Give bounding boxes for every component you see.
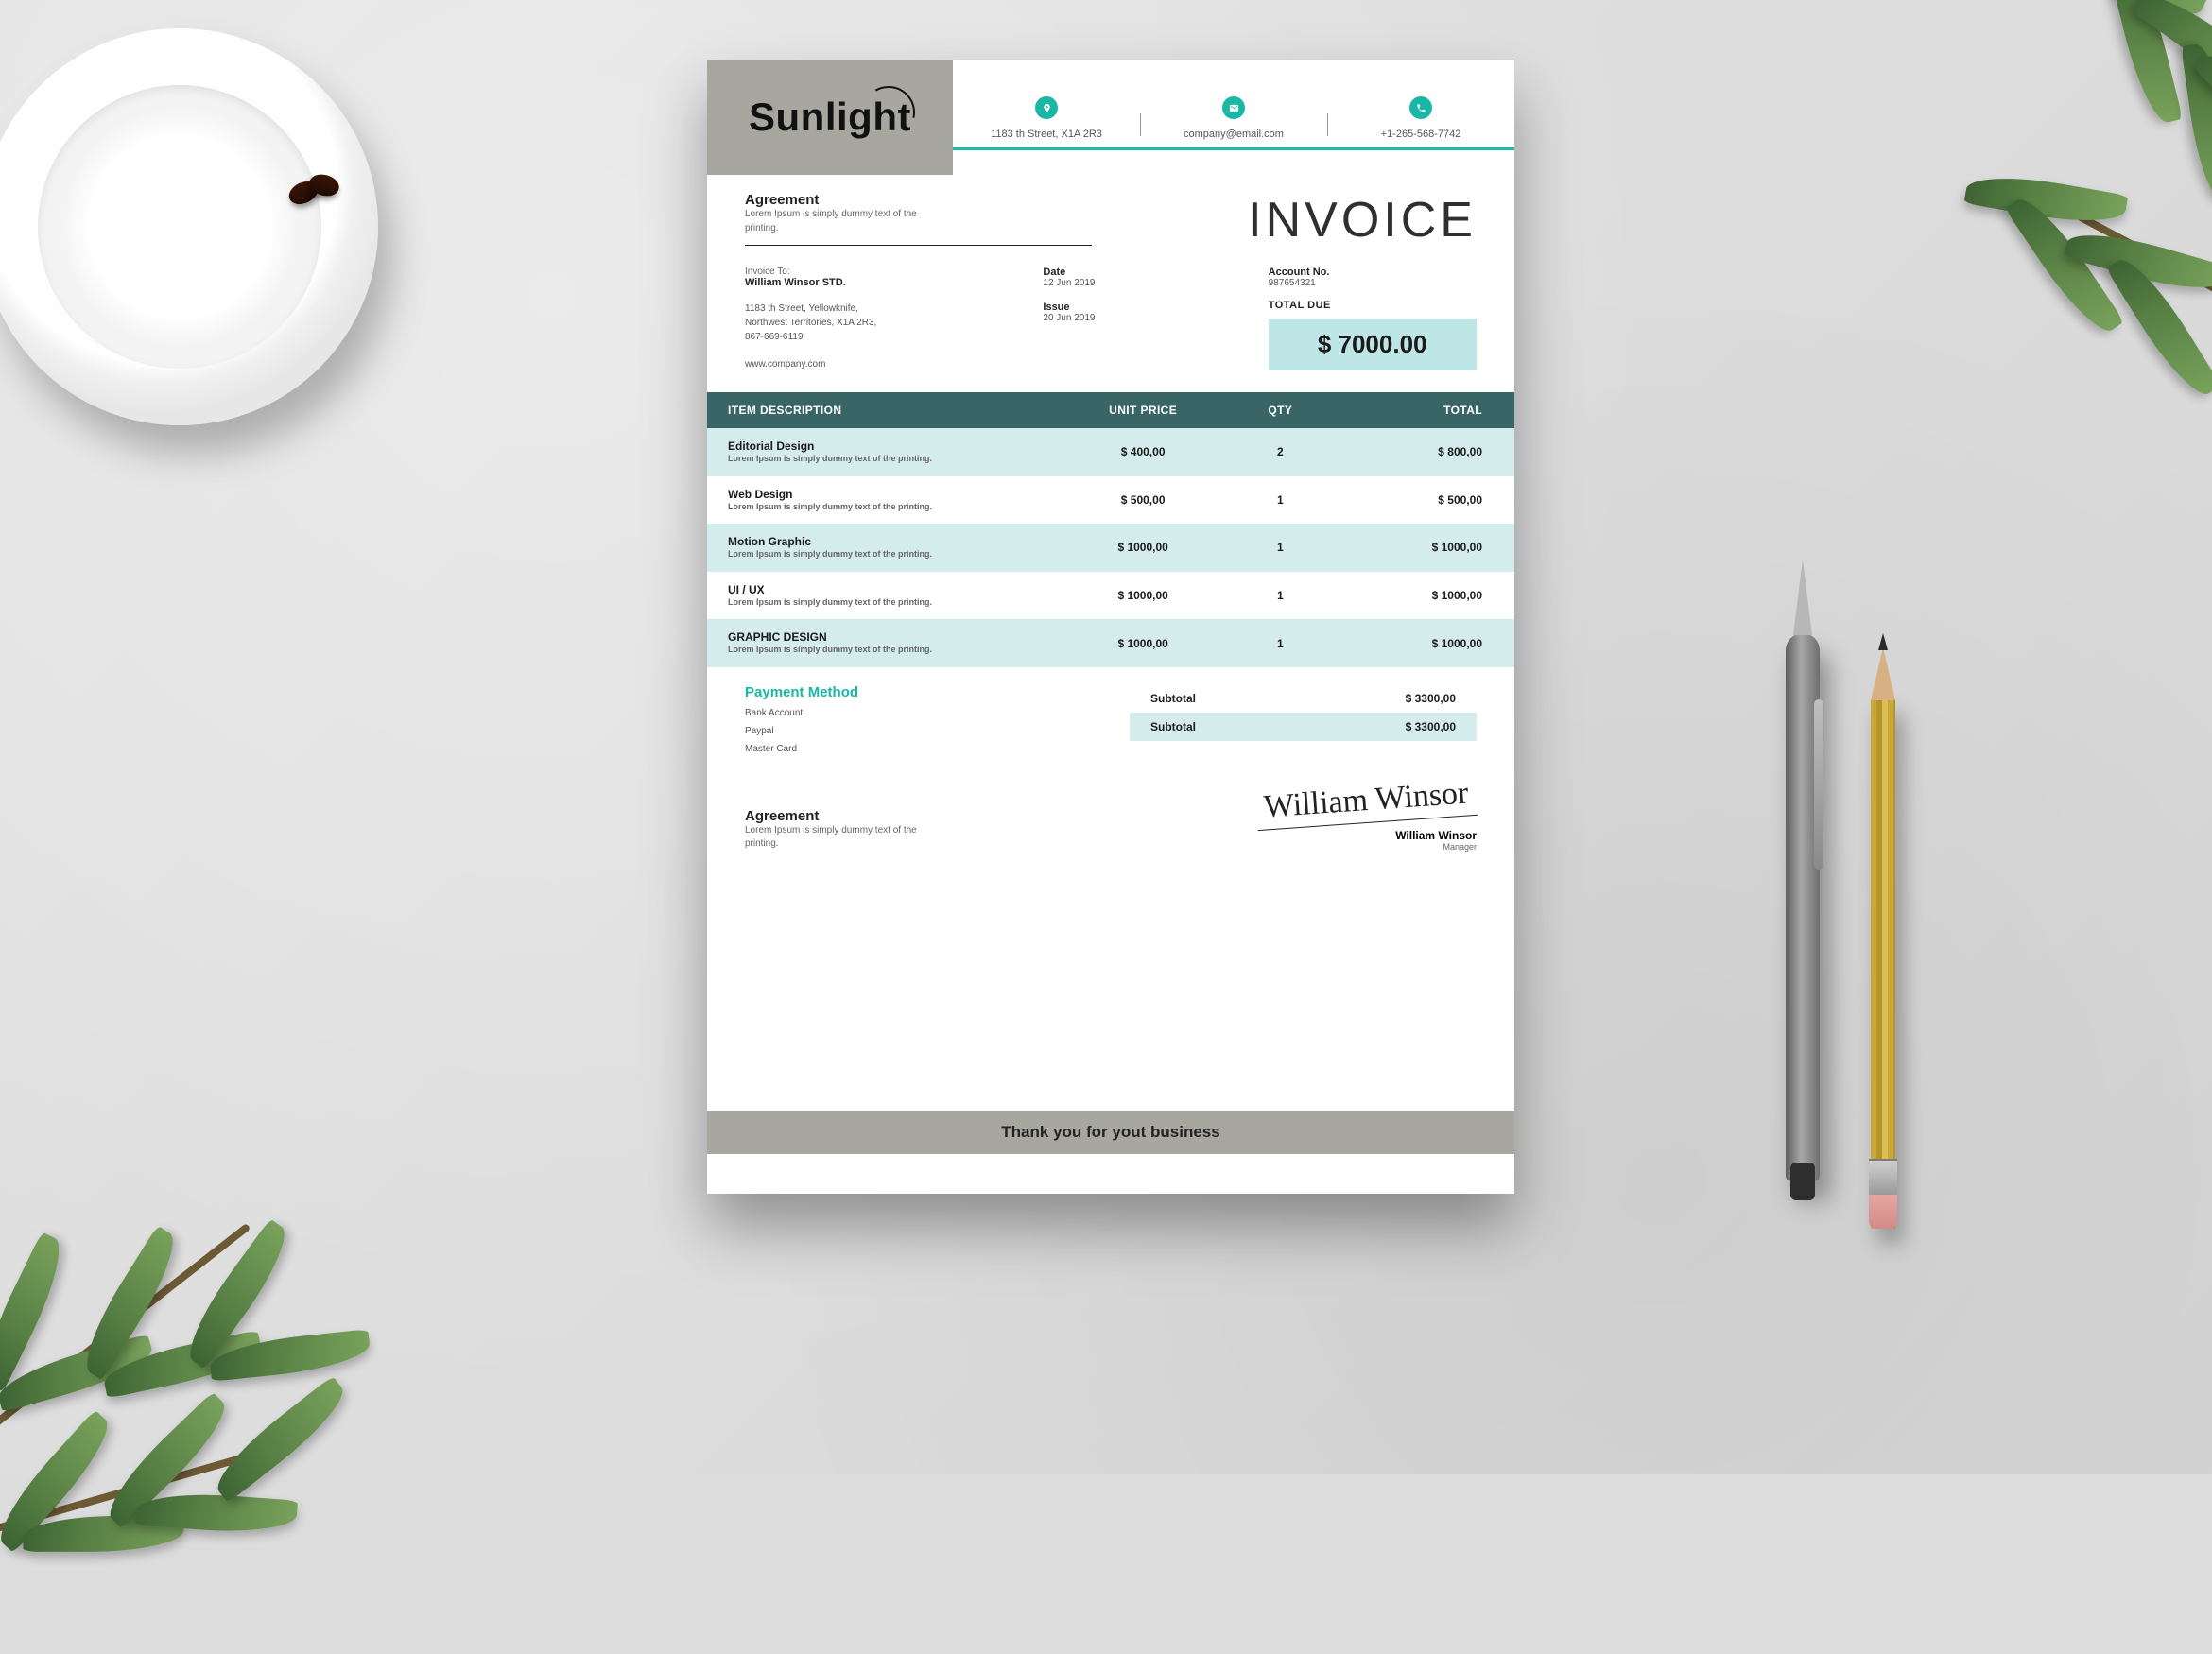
- payment-heading: Payment Method: [745, 684, 1092, 700]
- subtotal-row: Subtotal $ 3300,00: [1130, 684, 1477, 713]
- date-value: 12 Jun 2019: [1043, 278, 1230, 288]
- issue-label: Issue: [1043, 302, 1230, 313]
- addr-line: Northwest Territories, X1A 2R3,: [745, 316, 1005, 330]
- cell-unit: $ 1000,00: [1063, 524, 1224, 572]
- coffee-beans: [288, 175, 345, 213]
- date-label: Date: [1043, 267, 1230, 278]
- footer-bar: Thank you for yout business: [707, 1111, 1514, 1154]
- signature-block: William Winsor William Winsor Manager: [1256, 783, 1477, 852]
- contact-address-text: 1183 th Street, X1A 2R3: [991, 129, 1102, 140]
- coffee-liquid: [87, 146, 252, 312]
- invoice-header: Sunlight 1183 th Street, X1A 2R3 company…: [707, 60, 1514, 175]
- table-row: Motion GraphicLorem Ipsum is simply dumm…: [707, 524, 1514, 572]
- invoice-to-site: www.company.com: [745, 357, 1005, 371]
- cell-desc: Editorial DesignLorem Ipsum is simply du…: [707, 428, 1063, 476]
- brand-logo-box: Sunlight: [707, 60, 953, 175]
- table-row: GRAPHIC DESIGNLorem Ipsum is simply dumm…: [707, 619, 1514, 667]
- cell-qty: 1: [1224, 619, 1338, 667]
- addr-line: 1183 th Street, Yellowknife,: [745, 302, 1005, 316]
- subtotal-block: Subtotal $ 3300,00 Subtotal $ 3300,00: [1130, 684, 1477, 754]
- contact-address: 1183 th Street, X1A 2R3: [953, 96, 1140, 140]
- account-value: 987654321: [1269, 278, 1477, 288]
- cell-qty: 1: [1224, 524, 1338, 572]
- cell-unit: $ 1000,00: [1063, 572, 1224, 620]
- pen-prop: [1786, 633, 1820, 1181]
- cell-desc: UI / UXLorem Ipsum is simply dummy text …: [707, 572, 1063, 620]
- pencil-prop: [1871, 699, 1895, 1229]
- agreement-bottom-heading: Agreement: [745, 808, 943, 824]
- contact-phone: +1-265-568-7742: [1327, 96, 1514, 140]
- cell-total: $ 500,00: [1337, 476, 1514, 525]
- cell-total: $ 800,00: [1337, 428, 1514, 476]
- subtotal-label: Subtotal: [1150, 692, 1196, 705]
- coffee-heart-art: [122, 182, 216, 269]
- subtotal-value: $ 3300,00: [1406, 720, 1456, 733]
- total-due-value: $ 7000.00: [1269, 319, 1477, 370]
- subtotal-row: Subtotal $ 3300,00: [1130, 713, 1477, 741]
- col-unit: UNIT PRICE: [1063, 392, 1224, 428]
- col-total: TOTAL: [1337, 392, 1514, 428]
- cell-unit: $ 500,00: [1063, 476, 1224, 525]
- invoice-to-label: Invoice To:: [745, 267, 1005, 277]
- cell-unit: $ 400,00: [1063, 428, 1224, 476]
- contact-phone-text: +1-265-568-7742: [1381, 129, 1461, 140]
- invoice-to-address: 1183 th Street, Yellowknife, Northwest T…: [745, 302, 1005, 344]
- agreement-bottom-copy: Lorem Ipsum is simply dummy text of the …: [745, 824, 943, 852]
- table-header-row: ITEM DESCRIPTION UNIT PRICE QTY TOTAL: [707, 392, 1514, 428]
- payment-method-item: Bank Account: [745, 708, 1092, 718]
- signature-script: William Winsor: [1255, 775, 1478, 831]
- cell-total: $ 1000,00: [1337, 619, 1514, 667]
- coffee-cup: [59, 118, 281, 340]
- signature-name: William Winsor: [1256, 829, 1477, 842]
- payment-method-item: Master Card: [745, 744, 1092, 754]
- divider: [745, 245, 1092, 246]
- payment-method: Payment Method Bank Account Paypal Master …: [745, 684, 1092, 754]
- col-qty: QTY: [1224, 392, 1338, 428]
- agreement-heading: Agreement: [745, 192, 1092, 208]
- cell-qty: 2: [1224, 428, 1338, 476]
- payment-method-item: Paypal: [745, 726, 1092, 736]
- cell-total: $ 1000,00: [1337, 524, 1514, 572]
- account-label: Account No.: [1269, 267, 1477, 278]
- total-due-label: TOTAL DUE: [1269, 300, 1477, 311]
- contact-email-text: company@email.com: [1184, 129, 1284, 140]
- invoice-document: Sunlight 1183 th Street, X1A 2R3 company…: [707, 60, 1514, 1194]
- cell-desc: Motion GraphicLorem Ipsum is simply dumm…: [707, 524, 1063, 572]
- mail-icon: [1222, 96, 1245, 119]
- table-row: UI / UXLorem Ipsum is simply dummy text …: [707, 572, 1514, 620]
- cell-total: $ 1000,00: [1337, 572, 1514, 620]
- cell-qty: 1: [1224, 476, 1338, 525]
- pin-icon: [1035, 96, 1058, 119]
- table-row: Editorial DesignLorem Ipsum is simply du…: [707, 428, 1514, 476]
- invoice-title: INVOICE: [1130, 192, 1477, 249]
- cell-desc: Web DesignLorem Ipsum is simply dummy te…: [707, 476, 1063, 525]
- cell-unit: $ 1000,00: [1063, 619, 1224, 667]
- agreement-copy: Lorem Ipsum is simply dummy text of the …: [745, 208, 934, 235]
- contact-email: company@email.com: [1140, 96, 1327, 140]
- subtotal-value: $ 3300,00: [1406, 692, 1456, 705]
- signature-role: Manager: [1256, 842, 1477, 852]
- subtotal-label: Subtotal: [1150, 720, 1196, 733]
- line-items-table: ITEM DESCRIPTION UNIT PRICE QTY TOTAL Ed…: [707, 392, 1514, 667]
- cell-qty: 1: [1224, 572, 1338, 620]
- contact-strip: 1183 th Street, X1A 2R3 company@email.co…: [953, 60, 1514, 150]
- issue-value: 20 Jun 2019: [1043, 313, 1230, 323]
- cell-desc: GRAPHIC DESIGNLorem Ipsum is simply dumm…: [707, 619, 1063, 667]
- table-row: Web DesignLorem Ipsum is simply dummy te…: [707, 476, 1514, 525]
- addr-line: 867-669-6119: [745, 330, 1005, 344]
- col-desc: ITEM DESCRIPTION: [707, 392, 1063, 428]
- phone-icon: [1409, 96, 1432, 119]
- invoice-to-name: William Winsor STD.: [745, 277, 1005, 288]
